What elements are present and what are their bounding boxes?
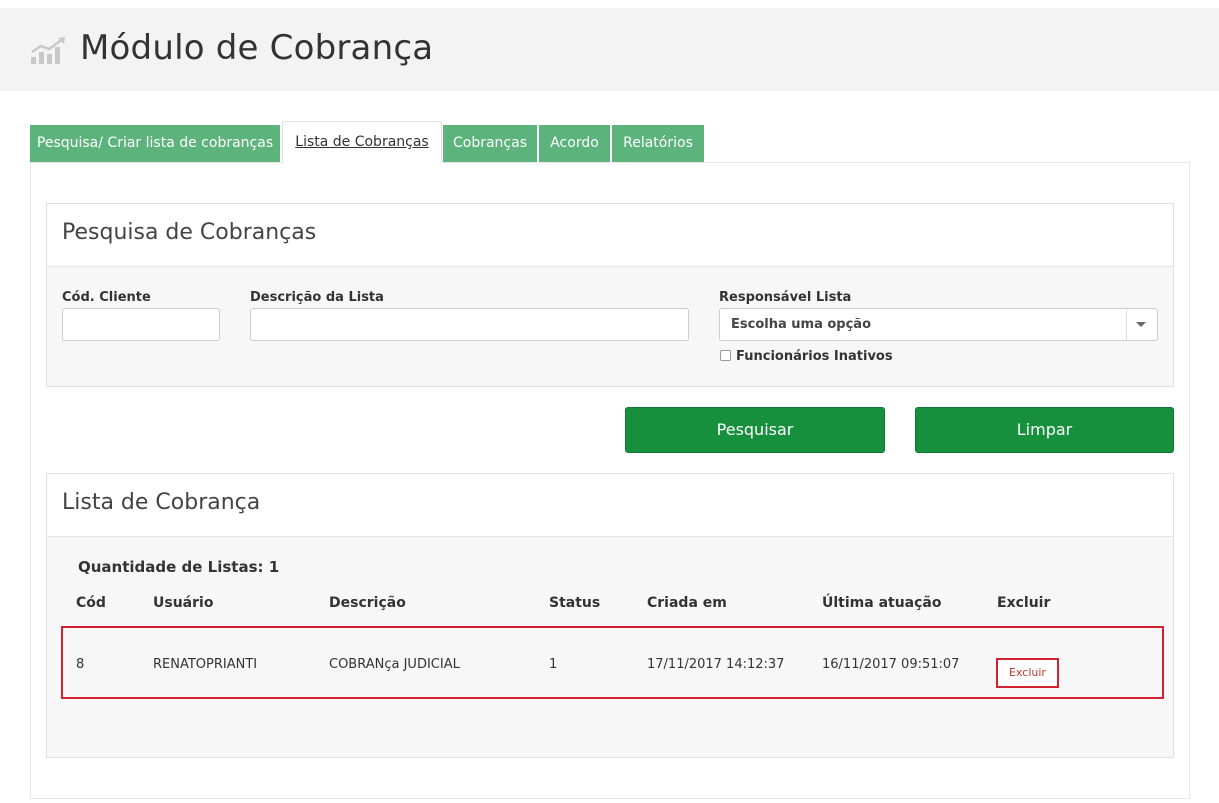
- cell-ultima-atuacao: 16/11/2017 09:51:07: [822, 657, 960, 672]
- search-button[interactable]: Pesquisar: [625, 407, 885, 453]
- column-header-cod: Cód: [76, 595, 106, 611]
- clear-button[interactable]: Limpar: [915, 407, 1174, 453]
- inativos-label: Funcionários Inativos: [736, 349, 893, 364]
- cell-criada-em: 17/11/2017 14:12:37: [647, 657, 785, 672]
- column-header-descricao: Descrição: [329, 595, 406, 611]
- column-header-ultima-atuacao: Última atuação: [822, 595, 942, 611]
- cod-cliente-input[interactable]: [62, 308, 220, 341]
- search-panel-title: Pesquisa de Cobranças: [62, 220, 317, 245]
- column-header-status: Status: [549, 595, 601, 611]
- tab-pesquisa-criar[interactable]: Pesquisa/ Criar lista de cobranças: [30, 125, 280, 162]
- cod-cliente-label: Cód. Cliente: [62, 290, 151, 305]
- responsavel-label: Responsável Lista: [719, 290, 852, 305]
- cell-usuario: RENATOPRIANTI: [153, 657, 258, 672]
- bar-chart-icon: [31, 37, 65, 64]
- search-panel-header: Pesquisa de Cobranças: [47, 204, 1173, 267]
- excluir-button[interactable]: Excluir: [996, 658, 1059, 688]
- list-panel-header: Lista de Cobrança: [47, 474, 1173, 537]
- tab-relatorios[interactable]: Relatórios: [612, 125, 704, 162]
- inativos-checkbox[interactable]: [720, 350, 731, 361]
- descricao-label: Descrição da Lista: [250, 290, 384, 305]
- select-divider: [1126, 309, 1127, 340]
- cell-cod: 8: [76, 657, 85, 672]
- cell-descricao: COBRANça JUDICIAL: [329, 657, 460, 672]
- page-title: Módulo de Cobrança: [80, 28, 434, 68]
- descricao-input[interactable]: [250, 308, 689, 341]
- chevron-down-icon: [1136, 322, 1146, 327]
- tab-acordo[interactable]: Acordo: [539, 125, 610, 162]
- tab-cobrancas[interactable]: Cobranças: [443, 125, 537, 162]
- responsavel-select[interactable]: Escolha uma opção: [719, 308, 1158, 341]
- page-header: Módulo de Cobrança: [0, 8, 1219, 91]
- list-panel: Lista de Cobrança Quantidade de Listas: …: [46, 473, 1174, 758]
- list-panel-title: Lista de Cobrança: [62, 490, 261, 515]
- cell-status: 1: [549, 657, 558, 672]
- tab-lista-cobrancas[interactable]: Lista de Cobranças: [282, 121, 442, 163]
- list-quantity: Quantidade de Listas: 1: [78, 558, 280, 576]
- responsavel-selected-value: Escolha uma opção: [731, 317, 872, 332]
- search-panel: Pesquisa de Cobranças Cód. Cliente Descr…: [46, 203, 1174, 387]
- column-header-excluir: Excluir: [997, 595, 1051, 611]
- column-header-usuario: Usuário: [153, 595, 214, 611]
- column-header-criada-em: Criada em: [647, 595, 727, 611]
